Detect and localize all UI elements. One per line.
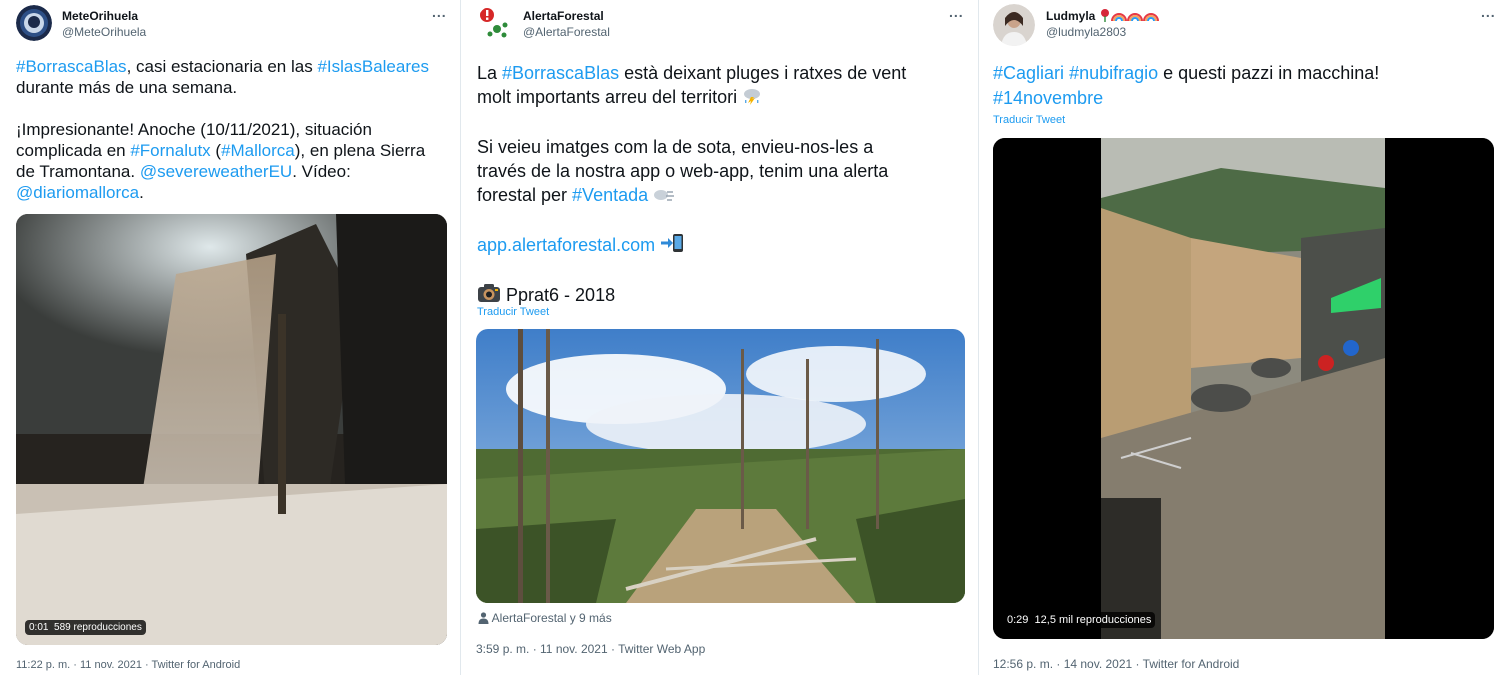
hashtag-link[interactable]: #Fornalutx — [130, 141, 210, 160]
hashtag-link[interactable]: #Mallorca — [221, 141, 295, 160]
display-name[interactable]: Ludmyla — [1046, 8, 1159, 25]
mention-link[interactable]: @severeweatherEU — [140, 162, 292, 181]
tweet-card-alertaforestal[interactable]: AlertaForestal @AlertaForestal ... La #B… — [461, 0, 978, 675]
tweet-text: #Cagliari #nubifragio e questi pazzi in … — [993, 61, 1503, 111]
hashtag-link[interactable]: #IslasBaleares — [317, 57, 429, 76]
display-name[interactable]: MeteOrihuela — [62, 9, 138, 23]
person-icon — [478, 612, 489, 627]
text-span: està deixant pluges i ratxes de vent — [619, 63, 907, 83]
display-name-text: Ludmyla — [1046, 9, 1096, 23]
text-line: ¡Impresionante! Anoche (10/11/2021), sit… — [16, 120, 372, 139]
text-line: Si veieu imatges com la de sota, envieu-… — [477, 137, 874, 157]
text-span: . — [139, 183, 144, 202]
text-span: molt importants arreu del territori — [477, 87, 738, 107]
avatar[interactable] — [993, 4, 1035, 46]
text-span: ( — [210, 141, 222, 160]
storm-cloud-icon — [742, 87, 762, 111]
video-thumbnail — [993, 138, 1494, 639]
user-handle[interactable]: @AlertaForestal — [523, 25, 610, 39]
text-span: Pprat6 - 2018 — [506, 285, 616, 305]
tweet-photo[interactable] — [476, 329, 965, 603]
user-handle[interactable]: @ludmyla2803 — [1046, 25, 1126, 39]
tweet-card-ludmyla[interactable]: Ludmyla @ludmyla2803 ... #Cagliari #nubi… — [979, 0, 1511, 675]
more-options-icon[interactable]: ... — [949, 4, 964, 20]
display-name[interactable]: AlertaForestal — [523, 9, 604, 23]
tweet-timestamp[interactable]: 12:56 p. m. · 14 nov. 2021 · Twitter for… — [993, 657, 1239, 671]
video-time: 0:01 — [29, 622, 49, 633]
translate-link[interactable]: Traducir Tweet — [993, 114, 1065, 126]
text-span: de Tramontana. — [16, 162, 140, 181]
video-duration-badge: 0:01 589 reproducciones — [25, 620, 146, 635]
avatar[interactable] — [477, 5, 513, 41]
wind-icon — [653, 185, 675, 209]
video-duration-badge: 0:29 12,5 mil reproducciones — [1003, 612, 1156, 628]
text-span: e questi pazzi in macchina! — [1158, 63, 1380, 83]
video-views: 12,5 mil reproducciones — [1034, 614, 1152, 626]
video-views: 589 reproducciones — [54, 622, 142, 633]
tweet-timestamp[interactable]: 11:22 p. m. · 11 nov. 2021 · Twitter for… — [16, 659, 240, 671]
more-options-icon[interactable]: ... — [1481, 4, 1496, 20]
rainbow-icon — [1142, 10, 1159, 25]
text-span: complicada en — [16, 141, 131, 160]
video-player[interactable]: 0:01 589 reproducciones — [16, 214, 447, 645]
text-span: . Vídeo: — [292, 162, 351, 181]
mention-link[interactable]: @diariomallorca — [16, 183, 139, 202]
hashtag-link[interactable]: #BorrascaBlas — [502, 63, 619, 83]
tagged-users[interactable]: AlertaForestal y 9 más — [478, 611, 612, 627]
video-thumbnail — [16, 214, 447, 645]
text-span: , casi estacionaria en las — [126, 57, 318, 76]
translate-link[interactable]: Traducir Tweet — [477, 306, 549, 318]
user-handle[interactable]: @MeteOrihuela — [62, 25, 146, 39]
text-line: durante más de una semana. — [16, 78, 238, 97]
url-link[interactable]: app.alertaforestal.com — [477, 235, 655, 255]
tweet-text: #BorrascaBlas, casi estacionaria en las … — [16, 56, 451, 203]
rainbow-icon — [1126, 10, 1143, 25]
video-player[interactable]: 0:29 12,5 mil reproducciones — [993, 138, 1494, 639]
text-span: ), en plena Sierra — [294, 141, 426, 160]
avatar[interactable] — [16, 5, 52, 41]
tweet-card-meteorihuela[interactable]: MeteOrihuela @MeteOrihuela ... #Borrasca… — [0, 0, 460, 675]
hashtag-link[interactable]: #Ventada — [572, 185, 648, 205]
tweet-timestamp[interactable]: 3:59 p. m. · 11 nov. 2021 · Twitter Web … — [476, 642, 705, 656]
hashtag-link[interactable]: #Cagliari — [993, 63, 1064, 83]
text-span: forestal per — [477, 185, 573, 205]
rose-icon — [1099, 8, 1111, 25]
text-span: La — [477, 63, 503, 83]
more-options-icon[interactable]: ... — [432, 4, 447, 20]
rainbow-icon — [1110, 10, 1127, 25]
forest-photo — [476, 329, 965, 603]
hashtag-link[interactable]: #14novembre — [993, 88, 1103, 108]
hashtag-link[interactable]: #nubifragio — [1069, 63, 1158, 83]
video-time: 0:29 — [1007, 614, 1029, 626]
text-line: través de la nostra app o web-app, tenim… — [477, 161, 889, 181]
hashtag-link[interactable]: #BorrascaBlas — [16, 57, 127, 76]
phone-arrow-icon — [660, 233, 684, 259]
tagged-label: AlertaForestal y 9 más — [491, 611, 612, 625]
tweet-grid: MeteOrihuela @MeteOrihuela ... #Borrasca… — [0, 0, 1511, 675]
tweet-text: La #BorrascaBlas està deixant pluges i r… — [477, 61, 967, 309]
